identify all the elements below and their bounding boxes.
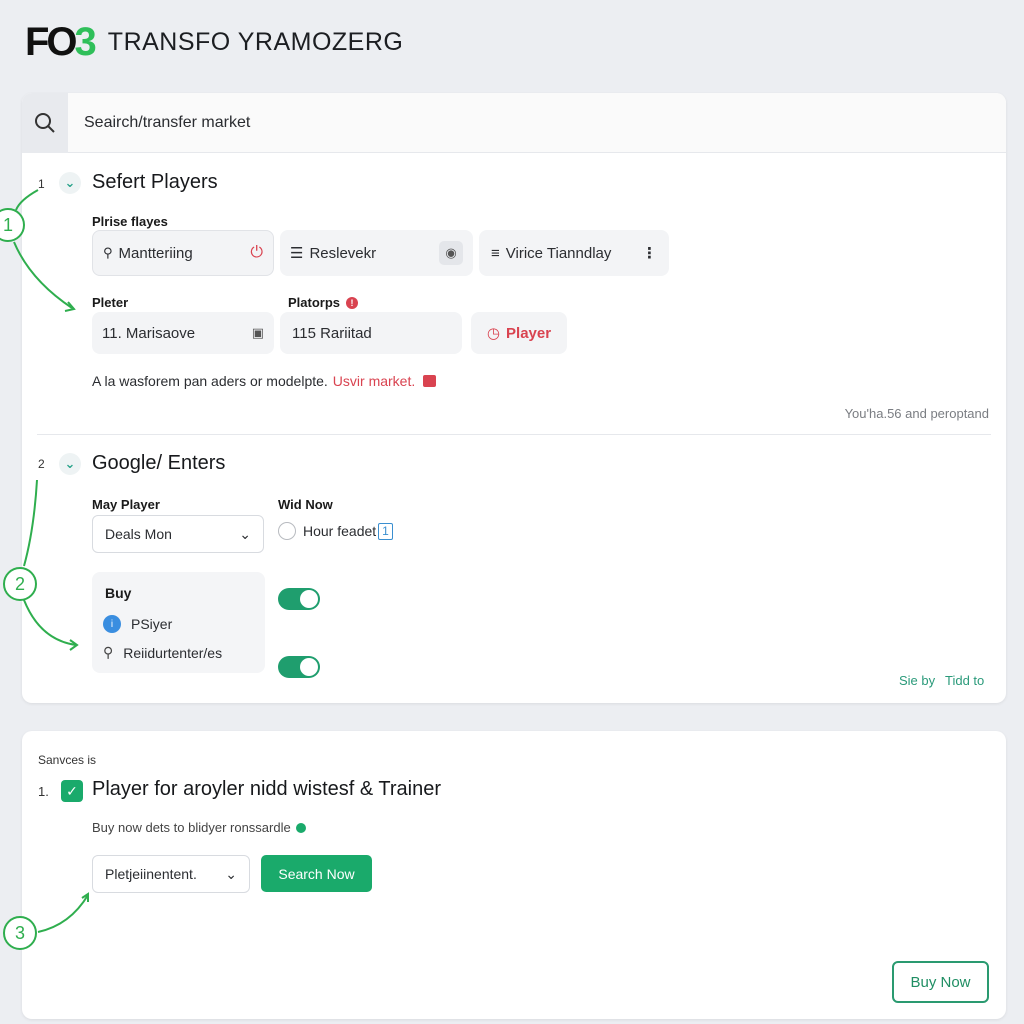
filter-chip-menu[interactable]: ☰ Reslevekr ◉ <box>280 230 473 276</box>
transfer-search-card: Seairch/transfer market 1 ⌄ Sefert Playe… <box>22 93 1006 703</box>
search-bar[interactable]: Seairch/transfer market <box>22 93 1006 153</box>
menu-icon: ☰ <box>290 245 304 262</box>
player-select[interactable]: Pletjeiinentent. ⌄ <box>92 855 250 893</box>
tidd-to-link[interactable]: Tidd to <box>945 673 984 688</box>
section-title: Player for aroyler nidd wistesf & Traine… <box>92 778 442 800</box>
calendar-icon[interactable]: ▣ <box>252 325 264 341</box>
more-vertical-icon[interactable]: ⋮ <box>642 244 657 262</box>
filter-chip-search[interactable]: ⚲ Mantteriing ⏻ <box>92 230 274 276</box>
services-card: Sanvces is 1. ✓ Player for aroyler nidd … <box>22 731 1006 1019</box>
section-title: Google/ Enters <box>92 452 226 474</box>
app-title: TRANSFO YRAMOZERG <box>107 27 404 56</box>
count-badge: 1 <box>378 522 393 540</box>
platforms-field[interactable]: 115 Rariitad <box>280 312 462 354</box>
calendar-icon <box>423 375 437 387</box>
hour-radio[interactable]: Hour feadet 1 <box>278 522 393 540</box>
sort-by-link[interactable]: Sie by <box>899 673 935 688</box>
annotation-arrows <box>13 189 89 933</box>
buy-option-player[interactable]: i PSiyer <box>103 615 172 633</box>
chevron-down-icon: ⌄ <box>225 865 237 882</box>
buy-option-search-user[interactable]: ⚲ Reiidurtenter/es <box>103 644 222 661</box>
section-title: Sefert Players <box>92 171 218 193</box>
info-dot-icon <box>295 822 306 833</box>
annotation-arrow-1b <box>13 241 73 309</box>
info-note: A la wasforem pan aders or modelpte. Usv… <box>92 373 437 389</box>
toggle-search-user[interactable] <box>278 656 320 678</box>
annotation-arrow-2b <box>23 599 77 646</box>
buy-panel: Buy i PSiyer ⚲ Reiidurtenter/es <box>92 572 265 673</box>
annotation-arrow-2a <box>23 479 38 567</box>
radio-button[interactable] <box>278 522 296 540</box>
annotation-arrow-3 <box>37 894 89 933</box>
may-player-select[interactable]: Deals Mon ⌄ <box>92 515 264 553</box>
annotation-arrow-1a <box>15 189 39 211</box>
wid-now-label: Wid Now <box>278 497 333 512</box>
player-button[interactable]: ◷ Player <box>471 312 567 354</box>
buy-now-button[interactable]: Buy Now <box>892 961 989 1003</box>
footer-note: You'ha.56 and peroptand <box>844 406 989 421</box>
annotation-badge-2: 2 <box>3 567 37 601</box>
filter-chip-list[interactable]: ≡ Virice Tianndlay ⋮ <box>479 230 669 276</box>
player-field[interactable]: 11. Marisaove ▣ <box>92 312 274 354</box>
subtitle: Buy now dets to blidyer ronssardle <box>92 820 306 835</box>
alert-icon: ! <box>346 296 359 309</box>
section-divider <box>37 434 991 435</box>
clock-icon: ◷ <box>486 325 501 342</box>
search-now-button[interactable]: Search Now <box>261 855 372 892</box>
annotation-badge-3: 3 <box>3 916 37 950</box>
globe-icon[interactable]: ◉ <box>439 241 463 265</box>
chevron-down-icon: ⌄ <box>239 525 251 542</box>
platforms-label: Platorps ! <box>288 295 359 310</box>
market-link[interactable]: Usvir market. <box>333 373 415 389</box>
power-icon[interactable]: ⏻ <box>250 244 263 262</box>
list-icon: ≡ <box>491 244 500 262</box>
toggle-player[interactable] <box>278 588 320 610</box>
